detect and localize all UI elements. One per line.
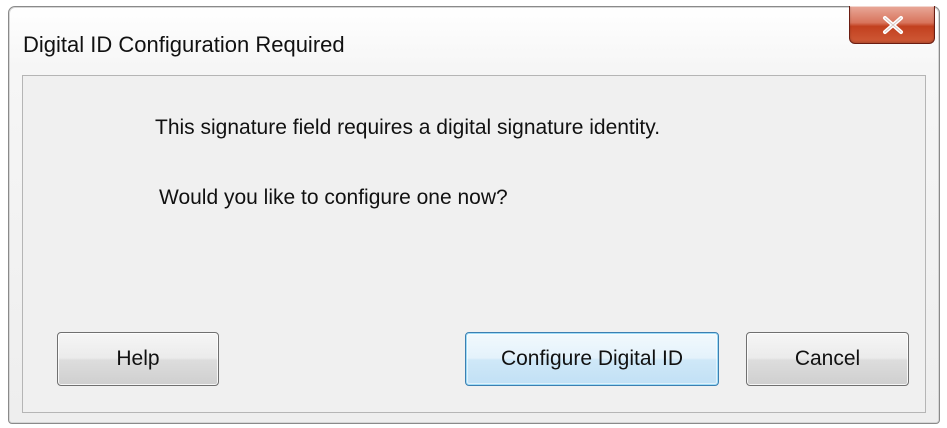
dialog-body: This signature field requires a digital …	[22, 75, 926, 413]
close-icon	[883, 16, 903, 34]
help-button[interactable]: Help	[57, 332, 219, 386]
dialog-title: Digital ID Configuration Required	[23, 32, 345, 57]
configure-digital-id-button[interactable]: Configure Digital ID	[465, 332, 719, 386]
close-button[interactable]	[849, 6, 935, 44]
message-line-2: Would you like to configure one now?	[159, 186, 508, 209]
message-line-1: This signature field requires a digital …	[155, 116, 661, 139]
dialog-window: Digital ID Configuration Required This s…	[8, 6, 940, 424]
cancel-button[interactable]: Cancel	[746, 332, 909, 386]
title-bar[interactable]: Digital ID Configuration Required	[9, 6, 939, 75]
